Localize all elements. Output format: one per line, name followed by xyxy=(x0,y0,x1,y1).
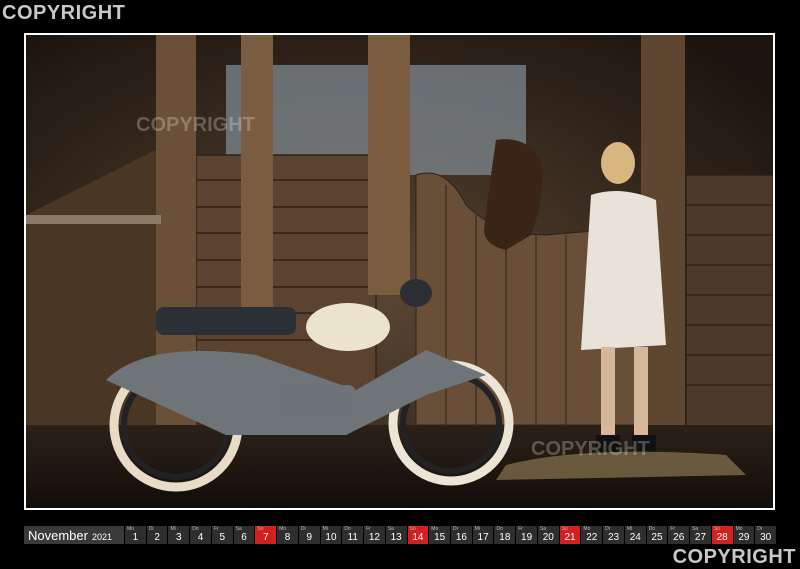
day-cell: Sa 20 xyxy=(537,526,559,544)
day-number: 5 xyxy=(219,532,226,543)
day-number: 16 xyxy=(455,532,467,543)
day-cell: Di 2 xyxy=(146,526,168,544)
day-number: 22 xyxy=(586,532,598,543)
day-number: 14 xyxy=(412,532,424,543)
day-number: 26 xyxy=(673,532,685,543)
copyright-watermark-bottom: COPYRIGHT xyxy=(672,546,796,568)
day-cell: Mo 1 xyxy=(125,526,146,544)
photo-watermark: COPYRIGHT xyxy=(531,438,650,460)
day-number: 1 xyxy=(132,532,139,543)
day-cell: Sa 27 xyxy=(690,526,711,544)
month-year: 2021 xyxy=(91,531,112,542)
day-number: 25 xyxy=(651,532,663,543)
day-cell: Sa 6 xyxy=(233,526,255,544)
day-number: 28 xyxy=(716,532,728,543)
day-number: 4 xyxy=(197,532,204,543)
day-cell: So 7 xyxy=(255,526,277,544)
day-cell: So 14 xyxy=(407,526,429,544)
day-number: 8 xyxy=(284,532,291,543)
day-number: 21 xyxy=(564,532,576,543)
day-number: 24 xyxy=(629,532,641,543)
day-cell: Mo 8 xyxy=(277,526,298,544)
day-cell: So 28 xyxy=(711,526,733,544)
day-number: 2 xyxy=(154,532,160,543)
day-cell: Mo 22 xyxy=(581,526,603,544)
day-number: 27 xyxy=(694,532,707,543)
day-number: 7 xyxy=(262,532,269,543)
day-cell: Mi 3 xyxy=(168,526,190,544)
day-cell: So 21 xyxy=(559,526,581,544)
day-cell: Sa 13 xyxy=(385,526,407,544)
day-cell: Do 18 xyxy=(494,526,516,544)
day-number: 11 xyxy=(347,532,358,543)
month-label: November 2021 xyxy=(24,526,124,544)
day-cell: Fr 5 xyxy=(211,526,233,544)
day-number: 30 xyxy=(760,532,772,543)
month-name: November xyxy=(28,527,88,543)
day-number: 29 xyxy=(738,532,750,543)
day-number: 9 xyxy=(306,532,313,543)
day-number: 3 xyxy=(176,532,182,543)
day-cell: Di 30 xyxy=(755,526,777,544)
day-number: 23 xyxy=(607,532,620,543)
day-cell: Di 9 xyxy=(298,526,320,544)
day-cell: Mi 24 xyxy=(624,526,646,544)
day-number: 18 xyxy=(499,532,511,543)
day-cell: Fr 26 xyxy=(668,526,690,544)
day-number: 10 xyxy=(325,532,337,543)
day-cell: Mo 29 xyxy=(733,526,755,544)
day-cell: Do 4 xyxy=(190,526,211,544)
day-cell: Fr 19 xyxy=(516,526,537,544)
day-cell: Do 25 xyxy=(646,526,668,544)
day-cell: Mi 17 xyxy=(472,526,494,544)
day-cell: Di 23 xyxy=(603,526,624,544)
calendar-strip: November 2021 Mo 1 Di 2 Mi 3 Do 4 Fr 5 Sa 6 So 7 Mo 8 Di… xyxy=(24,526,777,544)
day-number: 6 xyxy=(241,532,247,543)
photo-watermark: COPYRIGHT xyxy=(136,114,255,136)
copyright-watermark-top: COPYRIGHT xyxy=(2,2,126,24)
day-number: 17 xyxy=(477,532,489,543)
day-cell: Do 11 xyxy=(342,526,364,544)
day-number: 19 xyxy=(521,532,533,543)
day-number: 15 xyxy=(434,532,446,543)
calendar-photo: COPYRIGHT COPYRIGHT xyxy=(24,33,775,510)
day-cell: Fr 12 xyxy=(364,526,385,544)
day-cell: Di 16 xyxy=(451,526,472,544)
day-number: 13 xyxy=(390,532,402,543)
day-number: 12 xyxy=(368,532,380,543)
photo-illustration: COPYRIGHT COPYRIGHT xyxy=(26,35,773,508)
day-cell: Mi 10 xyxy=(320,526,342,544)
day-cell: Mo 15 xyxy=(429,526,451,544)
day-number: 20 xyxy=(542,532,554,543)
